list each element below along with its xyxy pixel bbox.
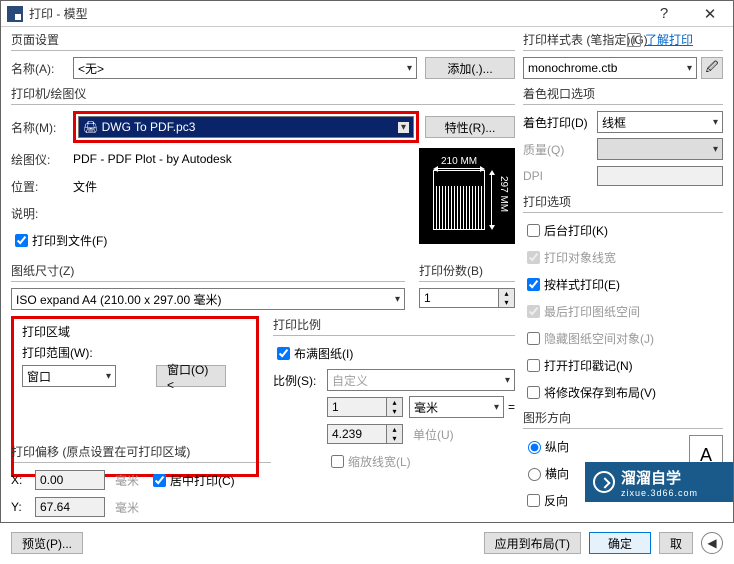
ratio-label: 比例(S): (273, 372, 327, 389)
scale-title: 打印比例 (273, 316, 515, 336)
fit-to-paper-label: 布满图纸(I) (294, 345, 353, 362)
scale-num-spinner: ▴▾ (387, 397, 403, 417)
preview-button[interactable]: 预览(P)... (11, 532, 83, 554)
right-column: 打印样式表 (笔指定)(G) monochrome.ctb▾ 🖉 着色视口选项 … (523, 31, 723, 524)
dialog-content: i了解打印 页面设置 名称(A): <无>▾ 添加(.)... 打印机/绘图仪 … (1, 27, 733, 532)
paper-size-title: 图纸尺寸(Z) (11, 262, 405, 282)
quality-label: 质量(Q) (523, 141, 597, 158)
shade-select[interactable]: 线框▾ (597, 111, 723, 133)
scale-num-input: 1 (327, 397, 387, 417)
portrait-radio[interactable] (528, 441, 541, 454)
close-button[interactable]: ✕ (687, 1, 733, 27)
print-to-file-check[interactable] (15, 234, 28, 247)
y-label: Y: (11, 500, 35, 514)
printer-name-label: 名称(M): (11, 119, 73, 136)
cancel-button[interactable]: 取 (659, 532, 693, 554)
paper-size-select[interactable]: ISO expand A4 (210.00 x 297.00 毫米)▾ (11, 288, 405, 310)
print-what-label: 打印范围(W): (22, 344, 248, 361)
plotter-value: PDF - PDF Plot - by Autodesk (73, 152, 232, 166)
y-input: 67.64 (35, 497, 105, 517)
where-label: 位置: (11, 178, 73, 195)
unit2-label: 单位(U) (413, 426, 454, 443)
fit-to-paper-check[interactable] (277, 347, 290, 360)
page-settings-section: 页面设置 名称(A): <无>▾ 添加(.)... (11, 31, 515, 79)
scale-denom-spinner: ▴▾ (387, 424, 403, 444)
desc-label: 说明: (11, 205, 73, 222)
left-column: 页面设置 名称(A): <无>▾ 添加(.)... 打印机/绘图仪 名称(M):… (11, 31, 523, 524)
style-check[interactable] (527, 278, 540, 291)
dpi-label: DPI (523, 169, 597, 183)
window-button[interactable]: 窗口(O)< (156, 365, 226, 387)
watermark: 溜溜自学 zixue.3d66.com (585, 462, 733, 502)
options-section: 打印选项 后台打印(K) 打印对象线宽 按样式打印(E) 最后打印图纸空间 隐藏… (523, 193, 723, 403)
scale-denom-input: 4.239 (327, 424, 387, 444)
styles-title: 打印样式表 (笔指定)(G) (523, 31, 723, 51)
titlebar: 打印 - 模型 ? ✕ (1, 1, 733, 27)
landscape-radio[interactable] (528, 468, 541, 481)
copies-section: 打印份数(B) 1▴▾ (419, 262, 515, 310)
ok-button[interactable]: 确定 (589, 532, 651, 554)
hide-check (527, 332, 540, 345)
page-name-select[interactable]: <无>▾ (73, 57, 417, 79)
center-check[interactable] (153, 474, 166, 487)
expand-button[interactable]: ◀ (701, 532, 723, 554)
name-label: 名称(A): (11, 60, 73, 77)
dpi-input (597, 166, 723, 186)
watermark-logo (593, 471, 615, 493)
app-icon (7, 6, 23, 22)
stamp-check[interactable] (527, 359, 540, 372)
print-area-title: 打印区域 (22, 323, 248, 340)
quality-select: ▾ (597, 138, 723, 160)
print-dialog: 打印 - 模型 ? ✕ i了解打印 页面设置 名称(A): <无>▾ 添加(.)… (0, 0, 734, 523)
paperspace-check (527, 305, 540, 318)
scale-lw-label: 缩放线宽(L) (348, 453, 411, 470)
lw-check (527, 251, 540, 264)
print-what-select[interactable]: 窗口▾ (22, 365, 116, 387)
printer-title: 打印机/绘图仪 (11, 85, 515, 105)
x-label: X: (11, 473, 35, 487)
shade-label: 着色打印(D) (523, 114, 597, 131)
help-button[interactable]: ? (641, 1, 687, 27)
scale-unit-select[interactable]: 毫米▾ (409, 396, 504, 418)
where-value: 文件 (73, 178, 97, 195)
paper-preview: 210 MM 297 MM (419, 148, 515, 244)
upside-check[interactable] (527, 494, 540, 507)
shaded-title: 着色视口选项 (523, 85, 723, 105)
center-label: 居中打印(C) (170, 472, 235, 489)
shaded-section: 着色视口选项 着色打印(D)线框▾ 质量(Q)▾ DPI (523, 85, 723, 187)
orientation-title: 图形方向 (523, 409, 723, 429)
window-title: 打印 - 模型 (29, 5, 641, 22)
edit-style-button[interactable]: 🖉 (701, 57, 723, 79)
printer-section: 打印机/绘图仪 名称(M): 🖨 DWG To PDF.pc3▾ 特性(R)..… (11, 85, 515, 256)
add-page-button[interactable]: 添加(.)... (425, 57, 515, 79)
save-check[interactable] (527, 386, 540, 399)
x-input: 0.00 (35, 470, 105, 490)
ratio-select: 自定义▾ (327, 369, 515, 391)
page-settings-title: 页面设置 (11, 31, 515, 51)
copies-input[interactable]: 1 (419, 288, 499, 308)
apply-button[interactable]: 应用到布局(T) (484, 532, 581, 554)
scale-lw-check (331, 455, 344, 468)
copies-spinner[interactable]: ▴▾ (499, 288, 515, 308)
printer-props-button[interactable]: 特性(R)... (425, 116, 515, 138)
printer-name-select[interactable]: 🖨 DWG To PDF.pc3▾ (78, 116, 414, 138)
styles-section: 打印样式表 (笔指定)(G) monochrome.ctb▾ 🖉 (523, 31, 723, 79)
scale-section: 打印比例 布满图纸(I) 比例(S):自定义▾ 1▴▾毫米▾= 4.239▴▾单… (273, 316, 515, 477)
plotter-label: 绘图仪: (11, 151, 73, 168)
paper-size-section: 图纸尺寸(Z) ISO expand A4 (210.00 x 297.00 毫… (11, 262, 405, 310)
options-title: 打印选项 (523, 193, 723, 213)
copies-title: 打印份数(B) (419, 262, 515, 282)
bg-check[interactable] (527, 224, 540, 237)
learn-print-link[interactable]: i了解打印 (627, 31, 693, 48)
footer: 预览(P)... 应用到布局(T) 确定 取 ◀ (1, 532, 733, 564)
print-to-file-label: 打印到文件(F) (32, 232, 107, 249)
style-table-select[interactable]: monochrome.ctb▾ (523, 57, 697, 79)
